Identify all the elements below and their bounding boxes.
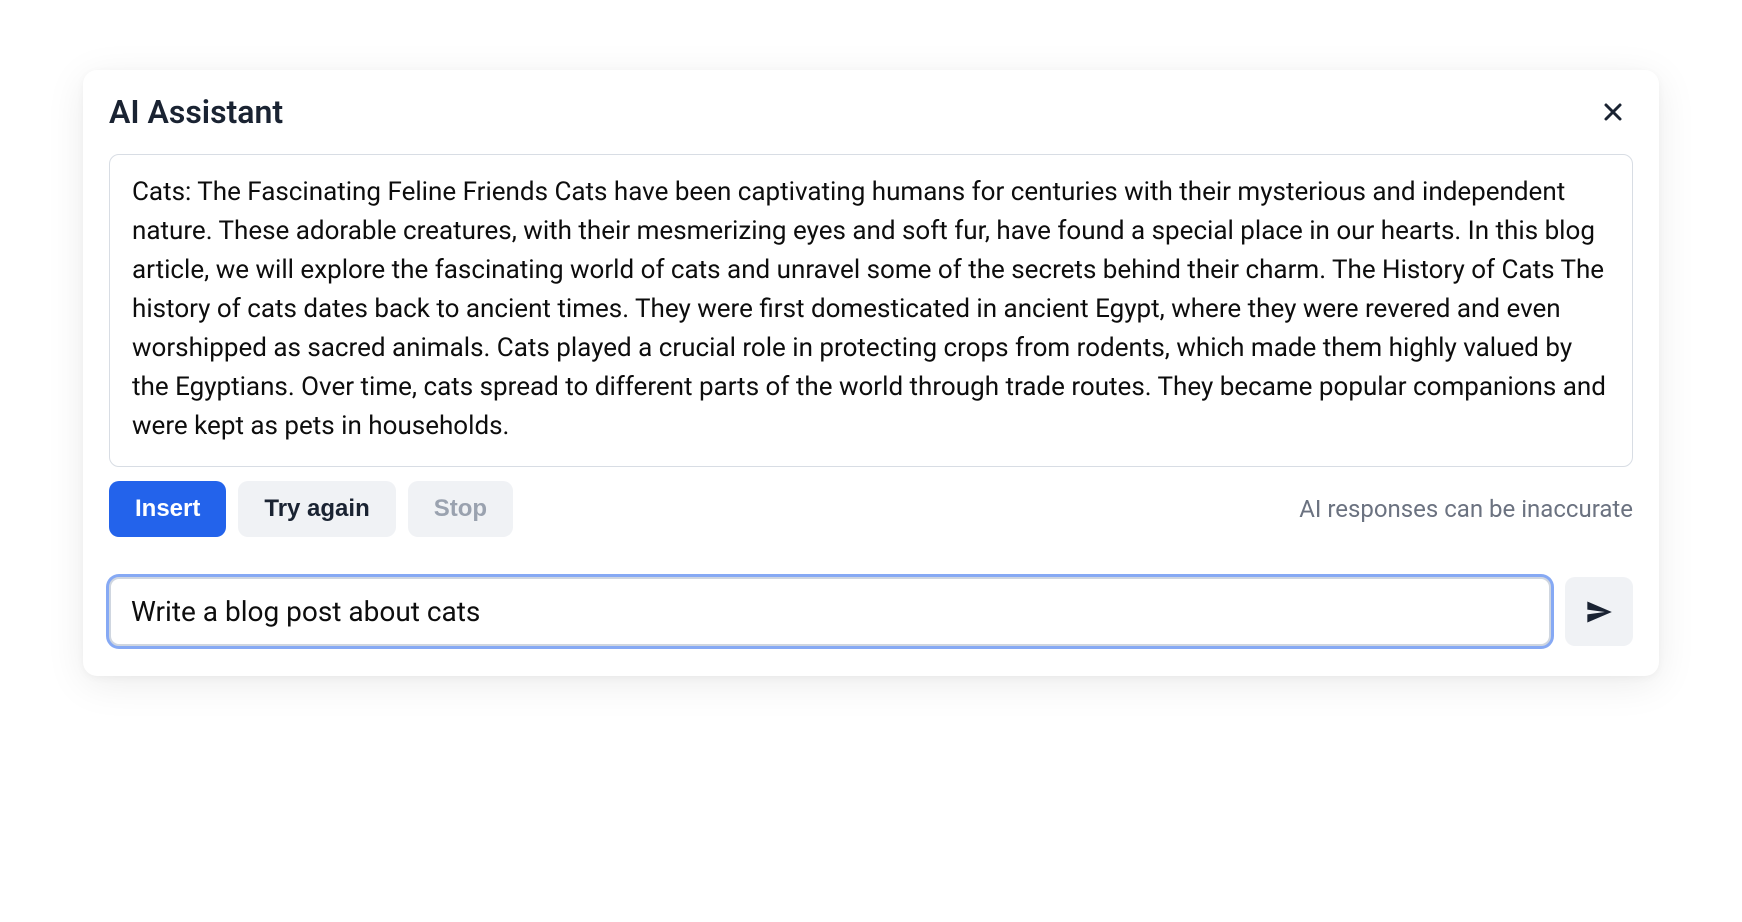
insert-button[interactable]: Insert <box>109 481 226 537</box>
close-icon <box>1601 100 1625 124</box>
ai-response-box: Cats: The Fascinating Feline Friends Cat… <box>109 154 1633 467</box>
stop-button: Stop <box>408 481 513 537</box>
send-icon <box>1585 598 1613 626</box>
ai-response-text: Cats: The Fascinating Feline Friends Cat… <box>132 177 1606 441</box>
try-again-button[interactable]: Try again <box>238 481 395 537</box>
modal-title: AI Assistant <box>109 93 283 131</box>
input-row <box>109 577 1633 646</box>
modal-header: AI Assistant <box>109 92 1633 132</box>
send-button[interactable] <box>1565 577 1633 646</box>
ai-assistant-modal: AI Assistant Cats: The Fascinating Felin… <box>83 70 1659 676</box>
action-row: Insert Try again Stop AI responses can b… <box>109 481 1633 537</box>
disclaimer-text: AI responses can be inaccurate <box>1299 495 1633 523</box>
prompt-input[interactable] <box>109 577 1551 646</box>
close-button[interactable] <box>1593 92 1633 132</box>
